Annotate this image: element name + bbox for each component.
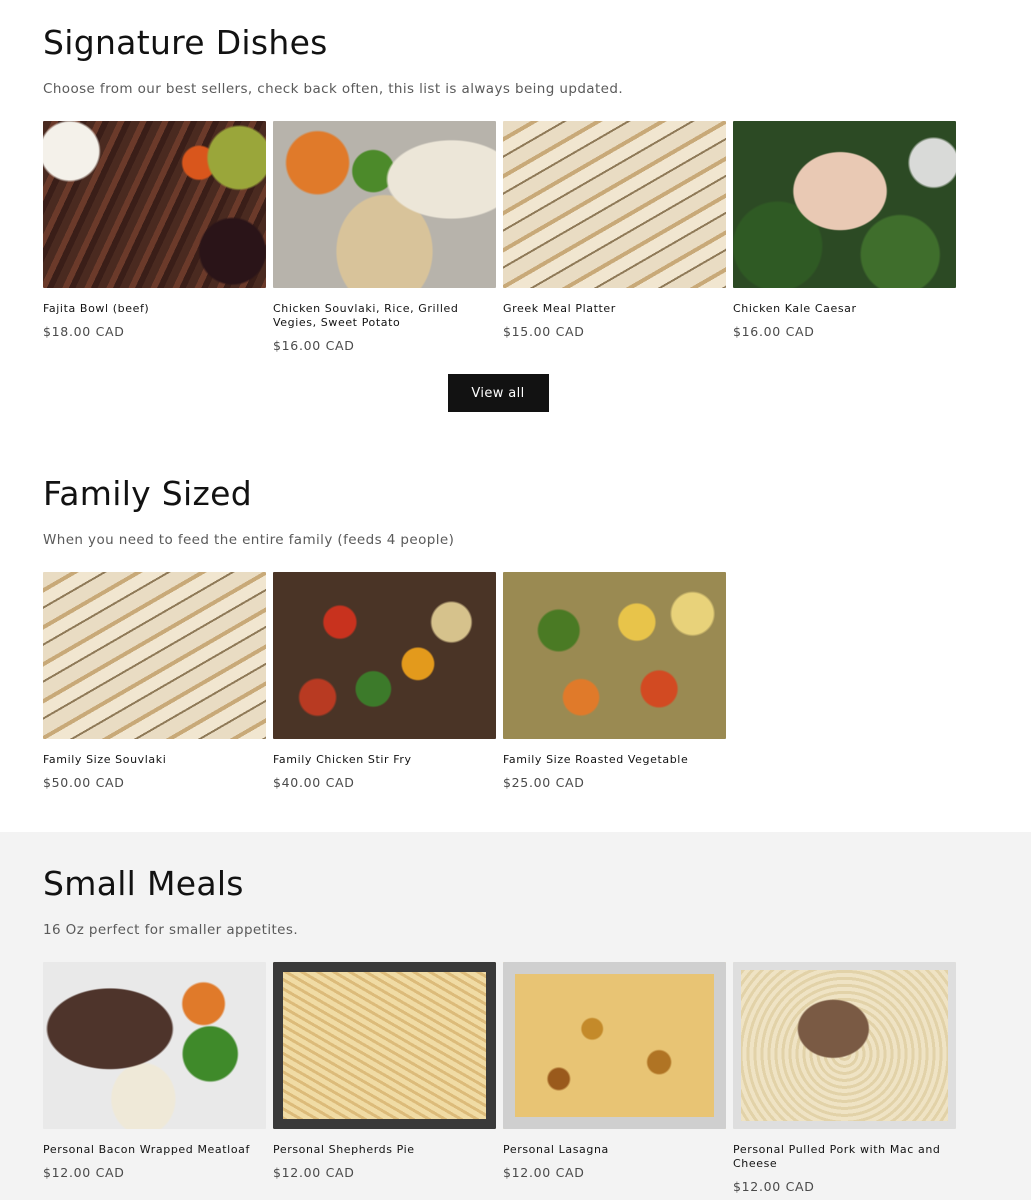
product-name[interactable]: Personal Pulled Pork with Mac and Cheese [733,1143,956,1171]
product-name[interactable]: Family Size Roasted Vegetable [503,753,726,767]
view-all-row: View all [43,374,953,412]
section-title: Family Sized [43,474,252,513]
product-image[interactable] [273,962,496,1129]
product-price: $16.00 CAD [273,338,355,353]
product-card[interactable]: Chicken Souvlaki, Rice, Grilled Vegies, … [273,121,496,353]
product-image[interactable] [43,572,266,739]
section-description: 16 Oz perfect for smaller appetites. [43,922,299,938]
product-name[interactable]: Personal Lasagna [503,1143,726,1157]
section-description: Choose from our best sellers, check back… [43,81,624,97]
product-card[interactable]: Personal Pulled Pork with Mac and Cheese… [733,962,956,1194]
product-image[interactable] [273,121,496,288]
product-card[interactable]: Personal Bacon Wrapped Meatloaf $12.00 C… [43,962,266,1194]
product-price: $25.00 CAD [503,775,585,790]
section-title: Signature Dishes [43,23,328,62]
product-name[interactable]: Personal Bacon Wrapped Meatloaf [43,1143,266,1157]
product-price: $12.00 CAD [733,1179,815,1194]
section-description: When you need to feed the entire family … [43,532,455,548]
product-name[interactable]: Personal Shepherds Pie [273,1143,496,1157]
product-image[interactable] [273,572,496,739]
product-name[interactable]: Chicken Kale Caesar [733,302,956,316]
product-image[interactable] [43,121,266,288]
signature-dishes-section: Signature Dishes Choose from our best se… [0,0,1031,440]
product-card[interactable]: Family Size Roasted Vegetable $25.00 CAD [503,572,726,790]
product-image[interactable] [733,121,956,288]
product-price: $15.00 CAD [503,324,585,339]
product-price: $50.00 CAD [43,775,125,790]
product-name[interactable]: Greek Meal Platter [503,302,726,316]
product-card[interactable]: Family Size Souvlaki $50.00 CAD [43,572,266,790]
product-image[interactable] [503,962,726,1129]
product-grid: Fajita Bowl (beef) $18.00 CAD Chicken So… [43,121,1031,353]
product-name[interactable]: Chicken Souvlaki, Rice, Grilled Vegies, … [273,302,496,330]
product-card[interactable]: Greek Meal Platter $15.00 CAD [503,121,726,353]
product-card[interactable]: Family Chicken Stir Fry $40.00 CAD [273,572,496,790]
product-image[interactable] [503,121,726,288]
family-sized-section: Family Sized When you need to feed the e… [0,440,1031,832]
product-price: $40.00 CAD [273,775,355,790]
product-price: $18.00 CAD [43,324,125,339]
small-meals-section: Small Meals 16 Oz perfect for smaller ap… [0,832,1031,1200]
product-grid: Family Size Souvlaki $50.00 CAD Family C… [43,572,1031,790]
product-name[interactable]: Family Size Souvlaki [43,753,266,767]
view-all-button[interactable]: View all [447,374,549,412]
product-name[interactable]: Family Chicken Stir Fry [273,753,496,767]
product-price: $12.00 CAD [273,1165,355,1180]
product-grid: Personal Bacon Wrapped Meatloaf $12.00 C… [43,962,1031,1194]
product-image[interactable] [503,572,726,739]
product-image[interactable] [733,962,956,1129]
product-image[interactable] [43,962,266,1129]
product-price: $12.00 CAD [43,1165,125,1180]
section-title: Small Meals [43,864,244,903]
product-card[interactable]: Personal Lasagna $12.00 CAD [503,962,726,1194]
product-card[interactable]: Fajita Bowl (beef) $18.00 CAD [43,121,266,353]
product-card[interactable]: Chicken Kale Caesar $16.00 CAD [733,121,956,353]
product-price: $16.00 CAD [733,324,815,339]
product-price: $12.00 CAD [503,1165,585,1180]
product-name[interactable]: Fajita Bowl (beef) [43,302,266,316]
product-card[interactable]: Personal Shepherds Pie $12.00 CAD [273,962,496,1194]
